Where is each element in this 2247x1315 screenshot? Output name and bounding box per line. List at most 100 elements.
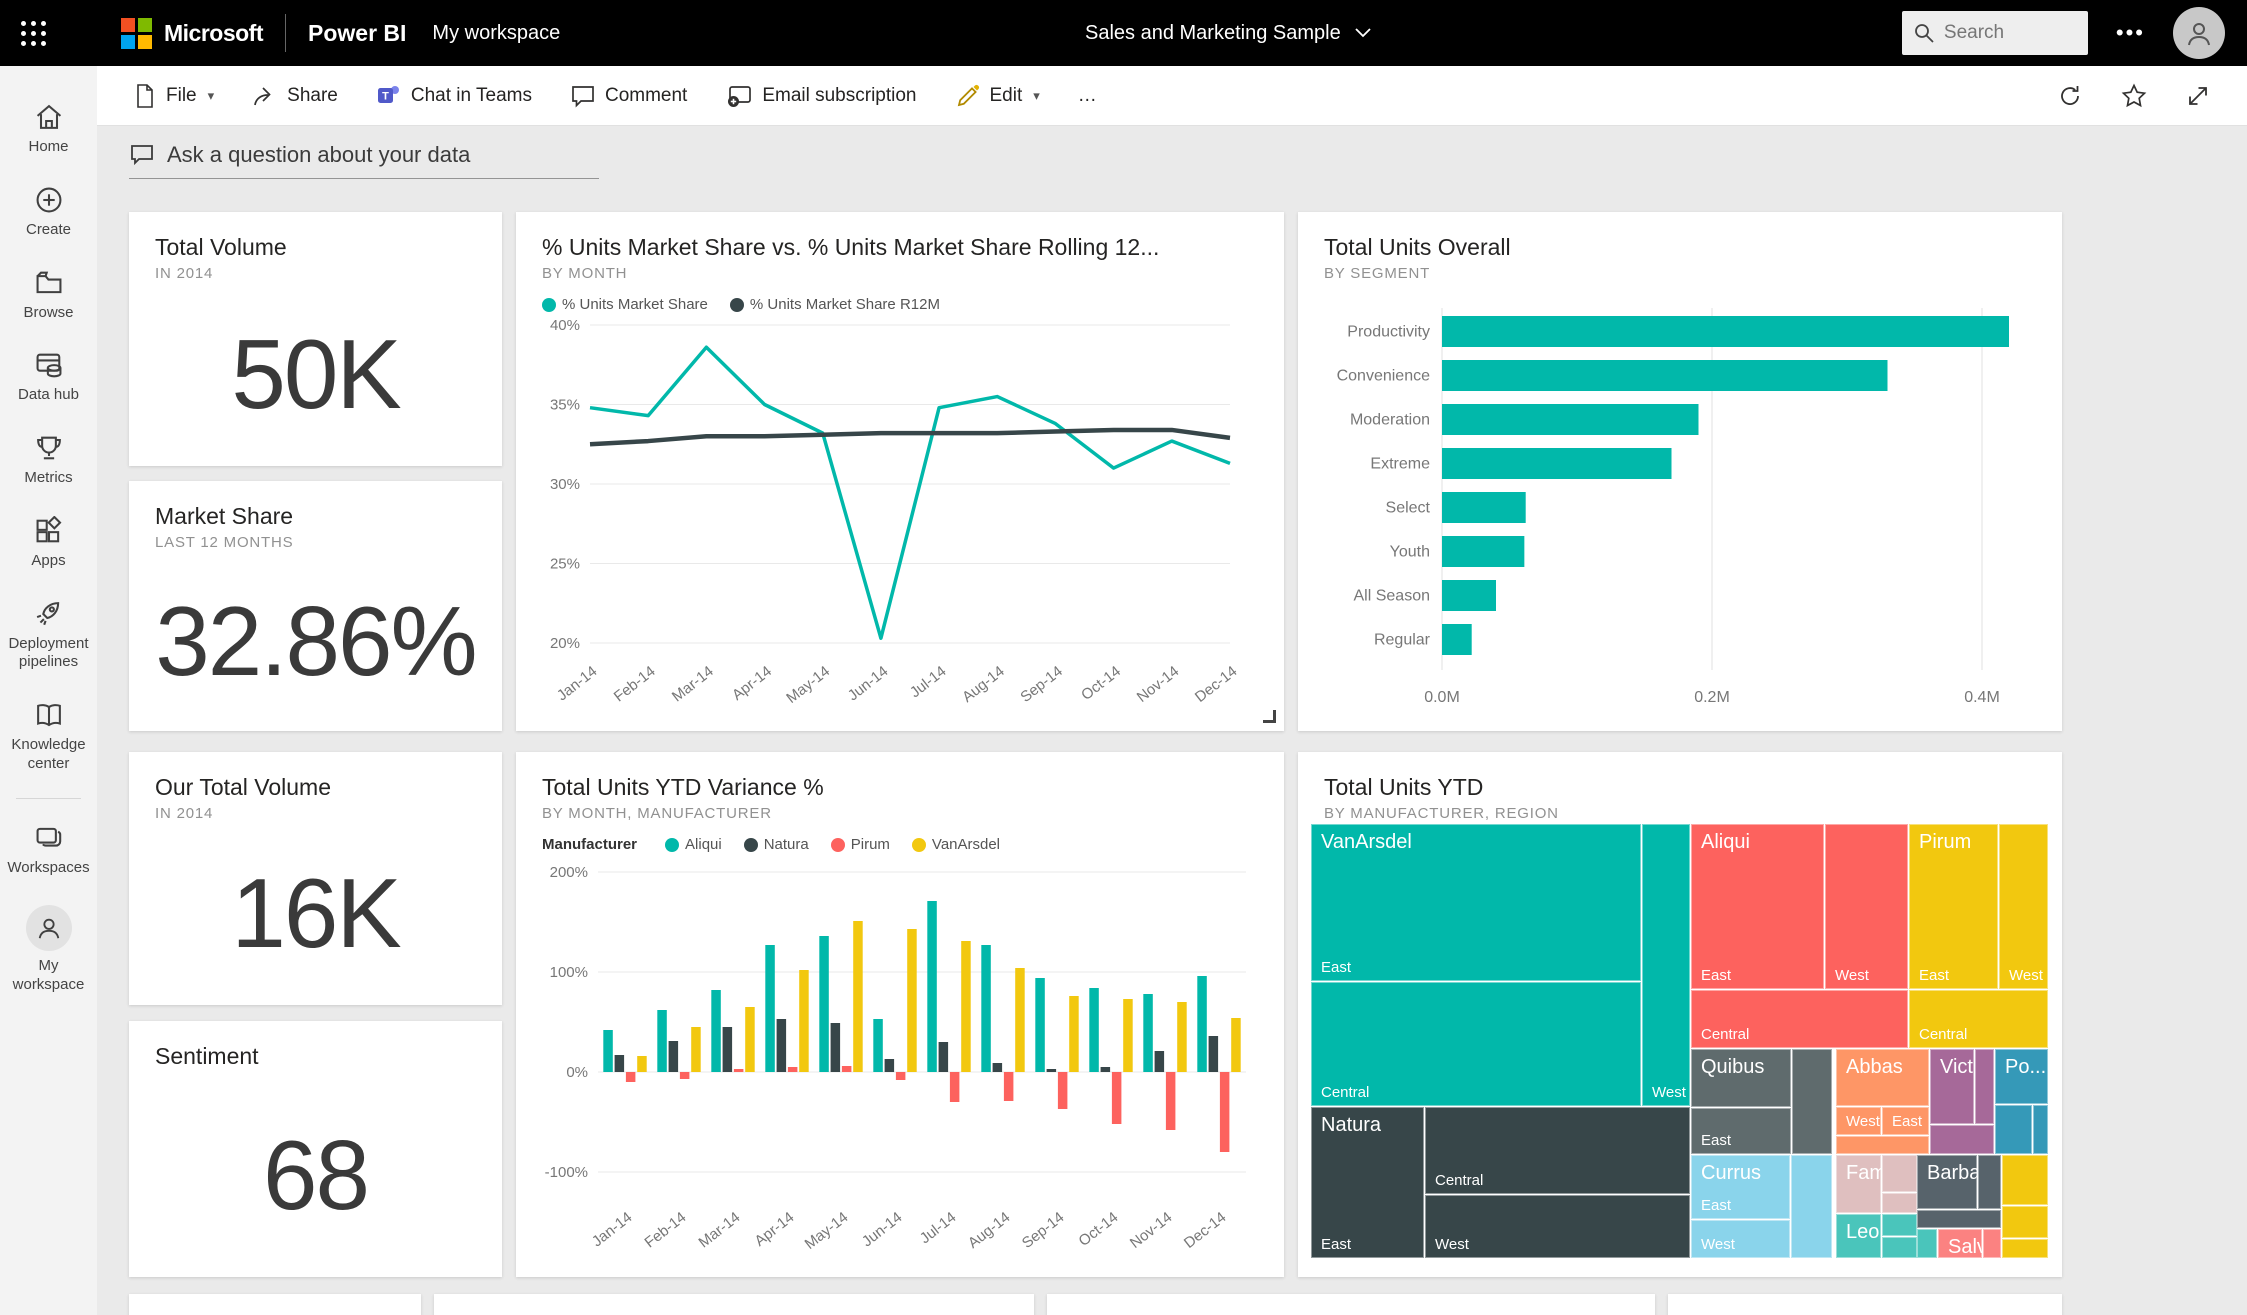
sidebar-item-apps[interactable]: Apps	[0, 502, 97, 585]
legend-item: % Units Market Share	[542, 296, 708, 313]
tile-total-units-overall[interactable]: Total Units Overall BY SEGMENT 0.0M 0.2M 0…	[1298, 212, 2062, 731]
search-input[interactable]: Search	[1901, 11, 2088, 55]
svg-text:0.2M: 0.2M	[1694, 689, 1730, 706]
partial-card[interactable]	[1668, 1294, 2062, 1315]
sidebar-item-browse[interactable]: Browse	[0, 254, 97, 337]
treemap-cell[interactable]: Salvus	[1938, 1229, 1982, 1258]
sidebar-item-data-hub[interactable]: Data hub	[0, 336, 97, 419]
svg-text:Jul-14: Jul-14	[907, 663, 950, 702]
tile-sentiment[interactable]: Sentiment 68	[129, 1021, 502, 1277]
treemap-cell[interactable]: VanArsdel East	[1311, 824, 1641, 981]
treemap-cell[interactable]	[2002, 1155, 2048, 1205]
treemap-cell[interactable]	[2002, 1239, 2048, 1258]
sidebar-item-my-workspace[interactable]: My workspace	[0, 891, 97, 1009]
treemap-cell[interactable]: Central	[1691, 990, 1908, 1048]
treemap-cell[interactable]	[1882, 1155, 1917, 1192]
qa-question-input[interactable]: Ask a question about your data	[129, 142, 599, 179]
edit-button[interactable]: Edit ▾	[955, 83, 1040, 109]
treemap-cell[interactable]: West	[1836, 1107, 1881, 1135]
workspace-breadcrumb[interactable]: My workspace	[432, 22, 560, 45]
treemap-cell[interactable]: Vict...	[1930, 1049, 1974, 1124]
treemap-cell[interactable]: West	[1999, 824, 2048, 989]
treemap-cell[interactable]	[1882, 1237, 1917, 1258]
sidebar-item-home[interactable]: Home	[0, 88, 97, 171]
tile-total-units-ytd-treemap[interactable]: Total Units YTD BY MANUFACTURER, REGION …	[1298, 752, 2062, 1277]
tile-market-share-line-chart[interactable]: % Units Market Share vs. % Units Market …	[516, 212, 1284, 731]
treemap-cell[interactable]	[1975, 1049, 1994, 1124]
treemap-cell[interactable]: Central	[1909, 990, 2048, 1048]
treemap-cell[interactable]	[1836, 1136, 1929, 1154]
treemap-cell[interactable]: East	[1691, 1108, 1791, 1154]
comment-button[interactable]: Comment	[570, 83, 687, 109]
treemap-cell[interactable]: West	[1425, 1195, 1690, 1258]
treemap-cell[interactable]	[1882, 1193, 1917, 1213]
treemap-cell[interactable]	[1995, 1105, 2032, 1154]
treemap-cell[interactable]	[2002, 1206, 2048, 1238]
treemap-cell[interactable]: Central	[1425, 1107, 1690, 1194]
treemap-cell[interactable]	[1791, 1155, 1832, 1258]
legend-item: Natura	[743, 836, 809, 853]
treemap-cell[interactable]: West	[1691, 1220, 1790, 1258]
partial-card[interactable]	[434, 1294, 1034, 1315]
treemap-cell[interactable]	[1983, 1229, 2001, 1258]
treemap-cell[interactable]: West	[1825, 824, 1908, 989]
tile-market-share[interactable]: Market Share LAST 12 MONTHS 32.86%	[129, 481, 502, 731]
treemap-cell[interactable]	[1917, 1229, 1937, 1258]
svg-text:Aug-14: Aug-14	[959, 663, 1008, 705]
svg-text:Oct-14: Oct-14	[1076, 1209, 1122, 1250]
refresh-button[interactable]	[2057, 83, 2083, 109]
topbar-more-options-icon[interactable]: •••	[2116, 20, 2145, 46]
treemap-plot[interactable]: VanArsdel East Central West Natura East Centra…	[1311, 824, 2048, 1258]
treemap-cell[interactable]: Leo	[1836, 1214, 1881, 1258]
treemap-cell[interactable]: Po...	[1995, 1049, 2048, 1104]
email-subscription-button[interactable]: Email subscription	[725, 83, 917, 109]
svg-text:Oct-14: Oct-14	[1078, 663, 1124, 704]
legend-dot-icon	[729, 297, 744, 312]
treemap-cell[interactable]	[1882, 1214, 1917, 1236]
treemap-cell[interactable]: Abbas	[1836, 1049, 1929, 1106]
treemap-cell[interactable]: Fama	[1836, 1155, 1881, 1213]
sidebar-item-metrics[interactable]: Metrics	[0, 419, 97, 502]
treemap-cell[interactable]	[1792, 1049, 1832, 1154]
treemap-cell[interactable]: East	[1882, 1107, 1929, 1135]
svg-text:Sep-14: Sep-14	[1017, 663, 1066, 705]
tile-our-total-volume[interactable]: Our Total Volume IN 2014 16K	[129, 752, 502, 1005]
sidebar-item-deployment-pipelines[interactable]: Deployment pipelines	[0, 585, 97, 687]
favorite-button[interactable]	[2121, 83, 2147, 109]
treemap-cell[interactable]: Barba	[1917, 1155, 1977, 1209]
variance-chart-plot[interactable]: 200% 100% 0% -100% Jan-14 Feb-14 Mar-14 Apr-14 M…	[538, 853, 1254, 1253]
treemap-cell[interactable]: Currus East	[1691, 1155, 1790, 1219]
toolbar-more-options-icon[interactable]: …	[1078, 85, 1100, 107]
partial-card[interactable]	[1047, 1294, 1655, 1315]
line-chart-plot[interactable]: 20% 25% 30% 35% 40% Jan-14 Feb-14 Mar-14 Apr-14 M…	[538, 313, 1254, 705]
account-avatar[interactable]	[2173, 7, 2225, 59]
treemap-cell[interactable]: Aliqui East	[1691, 824, 1824, 989]
treemap-cell[interactable]	[1978, 1155, 2001, 1209]
segment-bar-chart-plot[interactable]: 0.0M 0.2M 0.4M Productivity Convenience Moder…	[1320, 298, 2050, 718]
legend-label: % Units Market Share R12M	[749, 296, 940, 313]
sidebar-item-knowledge-center[interactable]: Knowledge center	[0, 686, 97, 788]
app-launcher-waffle-icon[interactable]	[0, 0, 66, 66]
svg-text:Feb-14: Feb-14	[642, 1209, 690, 1252]
treemap-cell[interactable]: Pirum East	[1909, 824, 1998, 989]
dashboard-title-dropdown[interactable]: Sales and Marketing Sample	[1085, 0, 1371, 66]
sidebar-item-workspaces[interactable]: Workspaces	[0, 809, 97, 892]
powerbi-product-name[interactable]: Power BI	[308, 20, 406, 47]
sidebar-item-create[interactable]: Create	[0, 171, 97, 254]
treemap-cell[interactable]	[2033, 1105, 2048, 1154]
tile-total-volume[interactable]: Total Volume IN 2014 50K	[129, 212, 502, 466]
fullscreen-button[interactable]	[2185, 83, 2211, 109]
treemap-cell[interactable]: Quibus	[1691, 1049, 1791, 1107]
treemap-cell[interactable]: Natura East	[1311, 1107, 1424, 1258]
chat-in-teams-button[interactable]: T Chat in Teams	[376, 83, 532, 109]
tile-ytd-variance-chart[interactable]: Total Units YTD Variance % BY MONTH, MAN…	[516, 752, 1284, 1277]
share-button[interactable]: Share	[252, 83, 338, 109]
treemap-cell[interactable]	[1930, 1125, 1994, 1154]
file-menu-button[interactable]: File ▾	[133, 83, 214, 109]
treemap-cell[interactable]: West	[1642, 824, 1690, 1106]
treemap-cell-label: Po...	[2005, 1056, 2047, 1078]
treemap-cell[interactable]: Central	[1311, 982, 1641, 1106]
partial-card[interactable]	[129, 1294, 421, 1315]
tile-resize-handle[interactable]	[1263, 710, 1276, 723]
treemap-cell[interactable]	[1917, 1210, 2001, 1228]
